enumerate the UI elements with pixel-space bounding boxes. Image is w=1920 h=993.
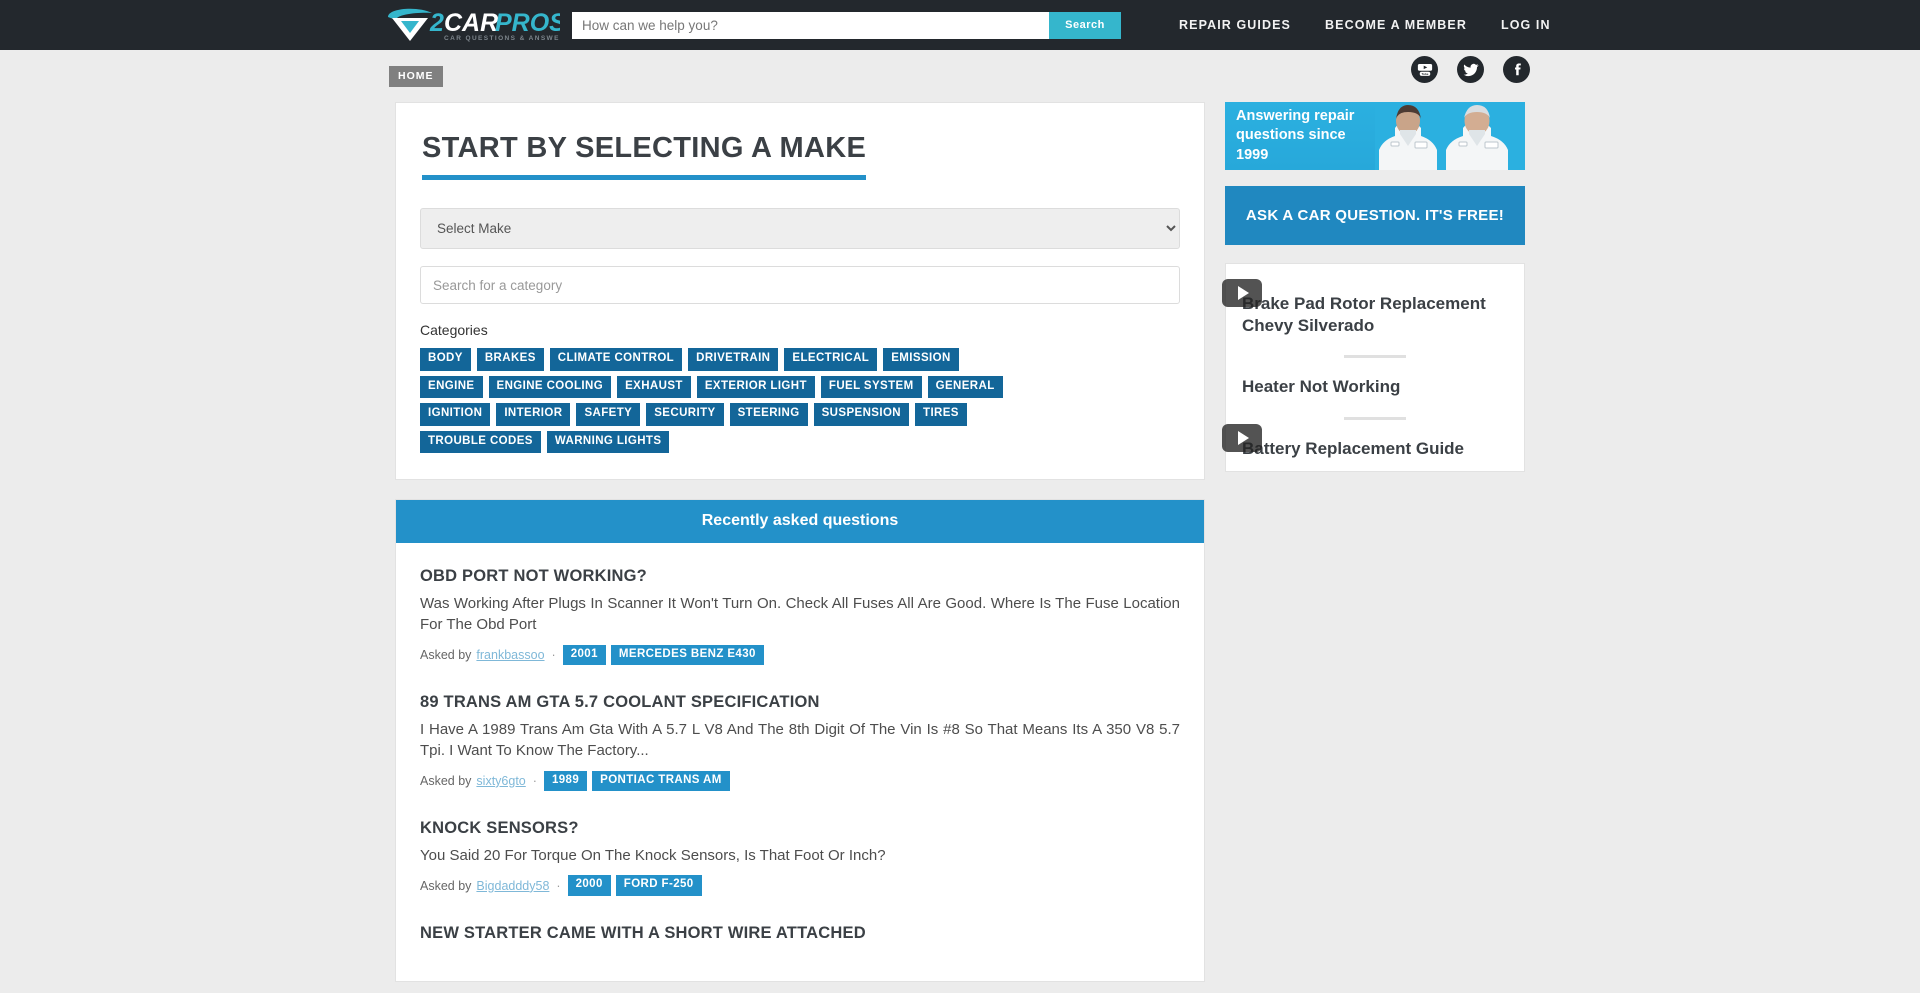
category-tag[interactable]: FUEL SYSTEM xyxy=(820,375,922,398)
search-input[interactable] xyxy=(572,11,1049,39)
twitter-icon[interactable] xyxy=(1457,56,1484,83)
category-tag[interactable]: SECURITY xyxy=(646,403,724,426)
question-excerpt: You Said 20 For Torque On The Knock Sens… xyxy=(420,847,886,865)
category-tag[interactable]: BRAKES xyxy=(476,348,544,371)
video-item: SEEK SCAN FADE 98 OFF 2 3 4 5 xyxy=(1242,376,1508,398)
year-pill[interactable]: 1989 xyxy=(543,770,588,792)
svg-text:PROS: PROS xyxy=(495,9,560,37)
youtube-icon[interactable]: Tube xyxy=(1411,56,1438,83)
year-pill[interactable]: 2001 xyxy=(562,644,606,666)
category-tag[interactable]: GENERAL xyxy=(927,375,1003,398)
year-pill[interactable]: 2000 xyxy=(567,875,611,896)
asked-by-label: Asked by xyxy=(420,647,472,662)
category-tag[interactable]: WARNING LIGHTS xyxy=(546,430,670,453)
question-excerpt: I Have A 1989 Trans Am Gta With A 5.7 L … xyxy=(420,721,1180,760)
video-title[interactable]: Brake Pad Rotor Replacement Chevy Silver… xyxy=(1242,293,1508,336)
category-tag-list: BODY BRAKES CLIMATE CONTROL DRIVETRAIN E… xyxy=(420,348,1005,453)
select-make-panel: START BY SELECTING A MAKE Select Make Ca… xyxy=(395,102,1205,480)
category-search-input[interactable] xyxy=(420,266,1180,304)
question-item: 89 TRANS AM GTA 5.7 COOLANT SPECIFICATIO… xyxy=(420,693,1180,792)
top-header-bar: 2 CAR PROS CAR QUESTIONS & ANSWERS Searc… xyxy=(0,0,1920,50)
facebook-icon[interactable] xyxy=(1503,56,1530,83)
category-tag[interactable]: TIRES xyxy=(915,403,967,426)
video-title[interactable]: Battery Replacement Guide xyxy=(1242,438,1508,460)
asked-by-label: Asked by xyxy=(420,878,472,893)
asker-link[interactable]: sixty6gto xyxy=(476,774,525,788)
meta-separator: · xyxy=(532,773,537,788)
vehicle-pill[interactable]: MERCEDES BENZ E430 xyxy=(610,644,764,666)
question-item: NEW STARTER CAME WITH A SHORT WIRE ATTAC… xyxy=(420,924,1180,943)
question-title[interactable]: OBD PORT NOT WORKING? xyxy=(420,567,1180,586)
category-tag[interactable]: EXTERIOR LIGHT xyxy=(696,375,815,398)
question-title[interactable]: NEW STARTER CAME WITH A SHORT WIRE ATTAC… xyxy=(420,924,1180,943)
question-meta: Asked by Bigdadddy58 · 2000 FORD F-250 xyxy=(420,875,1180,896)
category-tag[interactable]: CLIMATE CONTROL xyxy=(549,348,683,371)
vehicle-pill[interactable]: PONTIAC TRANS AM xyxy=(592,770,730,792)
divider xyxy=(1344,355,1406,359)
question-item: OBD PORT NOT WORKING? Was Working After … xyxy=(420,567,1180,666)
nav-become-a-member[interactable]: BECOME A MEMBER xyxy=(1325,18,1467,32)
ask-question-cta-button[interactable]: ASK A CAR QUESTION. IT'S FREE! xyxy=(1225,186,1525,245)
category-tag[interactable]: ENGINE xyxy=(420,375,483,398)
recent-questions-panel: Recently asked questions OBD PORT NOT WO… xyxy=(395,499,1205,982)
meta-separator: · xyxy=(556,878,561,893)
category-tag[interactable]: EMISSION xyxy=(883,348,959,371)
main-navigation: REPAIR GUIDES BECOME A MEMBER LOG IN xyxy=(1179,18,1551,32)
svg-text:CAR: CAR xyxy=(444,9,498,37)
recent-questions-list: OBD PORT NOT WORKING? Was Working After … xyxy=(396,543,1204,981)
category-tag[interactable]: DRIVETRAIN xyxy=(688,348,779,371)
asked-by-label: Asked by xyxy=(420,773,472,788)
asker-link[interactable]: frankbassoo xyxy=(476,648,544,662)
twitter-glyph xyxy=(1463,63,1478,76)
category-tag[interactable]: ELECTRICAL xyxy=(784,348,878,371)
social-links: Tube xyxy=(1411,56,1530,83)
category-tag[interactable]: STEERING xyxy=(729,403,808,426)
category-tag[interactable]: SUSPENSION xyxy=(813,403,910,426)
video-list-panel: PROS.COM Brake Pad Rotor Replacement Che… xyxy=(1222,263,1525,473)
question-meta: Asked by sixty6gto · 1989 PONTIAC TRANS … xyxy=(420,770,1180,792)
divider xyxy=(1344,416,1406,420)
promo-banner[interactable]: Answering repair questions since 1999 xyxy=(1225,102,1525,170)
promo-banner-text: Answering repair questions since 1999 xyxy=(1236,107,1355,163)
category-tag[interactable]: BODY xyxy=(420,348,471,371)
breadcrumb-home[interactable]: HOME xyxy=(389,66,443,87)
page-title: START BY SELECTING A MAKE xyxy=(422,129,867,180)
question-item: KNOCK SENSORS? You Said 20 For Torque On… xyxy=(420,819,1180,896)
breadcrumb-bar: HOME Tube xyxy=(0,50,1920,102)
category-tag[interactable]: ENGINE COOLING xyxy=(488,375,612,398)
video-item: ACDelco Professional 660 CCA 130 RC xyxy=(1222,423,1508,460)
asker-link[interactable]: Bigdadddy58 xyxy=(476,879,549,893)
question-title[interactable]: 89 TRANS AM GTA 5.7 COOLANT SPECIFICATIO… xyxy=(420,693,1180,712)
facebook-glyph xyxy=(1514,62,1521,75)
question-title[interactable]: KNOCK SENSORS? xyxy=(420,819,1180,838)
site-logo[interactable]: 2 CAR PROS CAR QUESTIONS & ANSWERS xyxy=(382,5,560,45)
mechanics-photo xyxy=(1375,102,1525,170)
recent-questions-heading: Recently asked questions xyxy=(396,500,1204,543)
main-column: START BY SELECTING A MAKE Select Make Ca… xyxy=(395,102,1205,982)
question-meta: Asked by frankbassoo · 2001 MERCEDES BEN… xyxy=(420,644,1180,666)
video-title[interactable]: Heater Not Working xyxy=(1242,376,1508,398)
make-select[interactable]: Select Make xyxy=(420,208,1180,249)
svg-text:CAR QUESTIONS & ANSWERS: CAR QUESTIONS & ANSWERS xyxy=(444,35,560,42)
category-tag[interactable]: IGNITION xyxy=(420,403,491,426)
category-tag[interactable]: SAFETY xyxy=(576,403,641,426)
nav-repair-guides[interactable]: REPAIR GUIDES xyxy=(1179,18,1291,32)
youtube-glyph: Tube xyxy=(1417,63,1432,75)
categories-label: Categories xyxy=(420,322,488,338)
svg-text:2: 2 xyxy=(429,9,444,37)
video-item: PROS.COM Brake Pad Rotor Replacement Che… xyxy=(1222,279,1508,336)
sidebar: Answering repair questions since 1999 AS… xyxy=(1222,102,1525,982)
page-content: START BY SELECTING A MAKE Select Make Ca… xyxy=(0,102,1920,982)
nav-log-in[interactable]: LOG IN xyxy=(1501,18,1551,32)
question-excerpt: Was Working After Plugs In Scanner It Wo… xyxy=(420,595,1180,634)
category-tag[interactable]: INTERIOR xyxy=(496,403,571,426)
meta-separator: · xyxy=(551,647,556,662)
vehicle-pill[interactable]: FORD F-250 xyxy=(615,875,702,896)
logo-icon: 2 CAR PROS CAR QUESTIONS & ANSWERS xyxy=(388,8,560,42)
category-tag[interactable]: EXHAUST xyxy=(617,375,691,398)
category-tag[interactable]: TROUBLE CODES xyxy=(420,430,541,453)
site-search-form: Search xyxy=(572,11,1121,39)
search-button[interactable]: Search xyxy=(1049,11,1121,39)
svg-text:Tube: Tube xyxy=(1421,71,1428,75)
